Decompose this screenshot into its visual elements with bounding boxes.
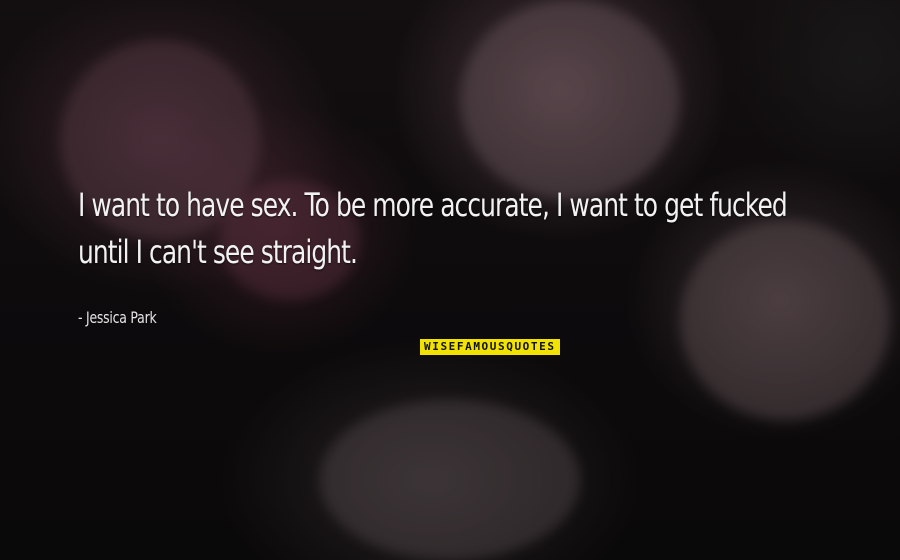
quote-author: - Jessica Park <box>78 308 157 327</box>
background-shade <box>0 0 900 560</box>
quote-image: I want to have sex. To be more accurate,… <box>0 0 900 560</box>
quote-text: I want to have sex. To be more accurate,… <box>78 186 788 271</box>
site-logo: WISEFAMOUSQUOTES <box>420 339 560 355</box>
